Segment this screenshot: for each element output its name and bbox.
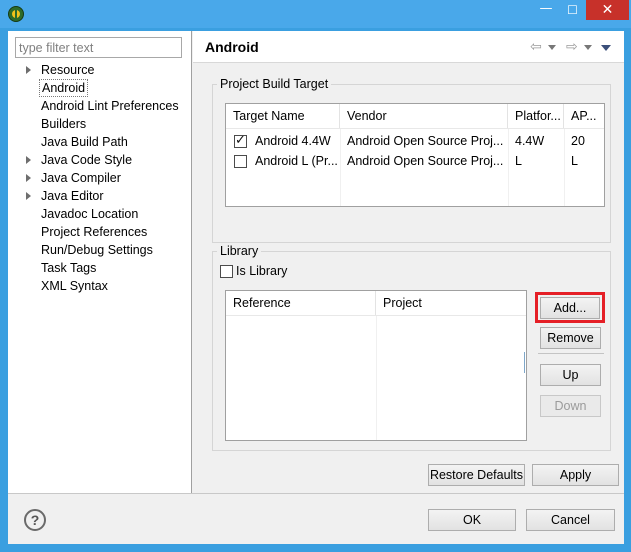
dialog-client-area: Resource Android Android Lint Preferences B… [8, 31, 624, 544]
target-name-cell: Android 4.4W [255, 134, 331, 148]
tree-item[interactable]: Project References [8, 223, 191, 241]
scroll-indicator [524, 352, 525, 373]
tree-item[interactable]: Java Editor [8, 187, 191, 205]
title-bar[interactable]: — ☐ ✕ [0, 0, 631, 28]
tree-item-label: Android [39, 79, 89, 97]
is-library-checkbox[interactable] [220, 265, 233, 278]
close-icon[interactable]: ✕ [586, 0, 629, 20]
tree-item-label: Resource [41, 63, 95, 77]
back-history-chevron-icon[interactable] [548, 45, 556, 50]
api-cell: L [571, 154, 578, 168]
tree-item[interactable]: Run/Debug Settings [8, 241, 191, 259]
add-button-highlight [535, 292, 605, 323]
column-target-name[interactable]: Target Name [226, 104, 340, 128]
tree-item[interactable]: Builders [8, 115, 191, 133]
header-divider [226, 128, 604, 129]
tree-item-label: Java Build Path [41, 135, 128, 149]
tree-item[interactable]: Android [8, 79, 191, 97]
back-arrow-icon[interactable]: ⇦ [530, 39, 542, 55]
platform-cell: L [515, 154, 522, 168]
library-reference-table[interactable]: Reference Project [225, 290, 527, 441]
tree-item-label: Java Editor [41, 189, 104, 203]
tree-item-label: Android Lint Preferences [41, 99, 179, 113]
tree-item-label: Task Tags [41, 261, 97, 275]
platform-cell: 4.4W [515, 134, 545, 148]
library-group: Library Is Library Reference Project Add… [212, 243, 611, 451]
tree-item-label: Project References [41, 225, 148, 239]
tree-item-label: Builders [41, 117, 87, 131]
vendor-cell: Android Open Source Proj... [347, 134, 504, 148]
help-icon[interactable]: ? [24, 509, 46, 531]
footer-separator [8, 493, 624, 494]
page-header: Android ⇦ ⇨ [193, 31, 624, 63]
column-reference[interactable]: Reference [226, 291, 376, 315]
tree-item-label: Java Code Style [41, 153, 133, 167]
remove-library-button[interactable]: Remove [540, 327, 601, 349]
tree-item-label: Run/Debug Settings [41, 243, 153, 257]
tree-item[interactable]: Task Tags [8, 259, 191, 277]
button-separator [538, 353, 604, 354]
restore-defaults-button[interactable]: Restore Defaults [428, 464, 525, 486]
property-navigation-pane: Resource Android Android Lint Preferences B… [8, 31, 192, 493]
column-project[interactable]: Project [376, 291, 526, 315]
cancel-button[interactable]: Cancel [526, 509, 615, 531]
page-title: Android [205, 39, 259, 55]
build-target-group: Project Build Target Target Name Vendor … [212, 76, 611, 243]
target-checkbox[interactable] [234, 133, 247, 148]
is-library-label[interactable]: Is Library [236, 263, 287, 279]
minimize-icon[interactable]: — [533, 0, 559, 20]
move-down-button[interactable]: Down [540, 395, 601, 417]
library-legend: Library [217, 243, 262, 259]
column-api[interactable]: AP... [564, 104, 604, 128]
tree-item-label: Java Compiler [41, 171, 121, 185]
column-platform[interactable]: Platfor... [508, 104, 564, 128]
build-target-legend: Project Build Target [217, 76, 332, 92]
vendor-cell: Android Open Source Proj... [347, 154, 504, 168]
expand-arrow-icon[interactable] [26, 192, 31, 200]
expand-arrow-icon[interactable] [26, 156, 31, 164]
target-name-cell: Android L (Pr... [255, 154, 338, 168]
target-checkbox[interactable] [234, 155, 247, 168]
ok-button[interactable]: OK [428, 509, 516, 531]
tree-item[interactable]: Javadoc Location [8, 205, 191, 223]
forward-history-chevron-icon[interactable] [584, 45, 592, 50]
tree-item[interactable]: Android Lint Preferences [8, 97, 191, 115]
tree-item[interactable]: Java Build Path [8, 133, 191, 151]
eclipse-app-icon [8, 6, 24, 22]
column-divider [376, 316, 377, 440]
maximize-icon[interactable]: ☐ [559, 0, 586, 20]
expand-arrow-icon[interactable] [26, 174, 31, 182]
expand-arrow-icon[interactable] [26, 66, 31, 74]
forward-arrow-icon[interactable]: ⇨ [566, 39, 578, 55]
column-vendor[interactable]: Vendor [340, 104, 508, 128]
tree-item[interactable]: Java Compiler [8, 169, 191, 187]
tree-item[interactable]: Resource [8, 61, 191, 79]
build-target-table[interactable]: Target Name Vendor Platfor... AP... Andr… [225, 103, 605, 207]
view-menu-icon[interactable] [601, 45, 611, 51]
tree-item-label: Javadoc Location [41, 207, 139, 221]
properties-window: — ☐ ✕ Resource Android Android Lint Prefer… [0, 0, 631, 552]
tree-item-label: XML Syntax [41, 279, 108, 293]
tree-item[interactable]: Java Code Style [8, 151, 191, 169]
api-cell: 20 [571, 134, 585, 148]
tree-item[interactable]: XML Syntax [8, 277, 191, 295]
property-page: Android ⇦ ⇨ Project Build Target Target … [193, 31, 624, 493]
apply-button[interactable]: Apply [532, 464, 619, 486]
move-up-button[interactable]: Up [540, 364, 601, 386]
filter-input[interactable] [15, 37, 182, 58]
